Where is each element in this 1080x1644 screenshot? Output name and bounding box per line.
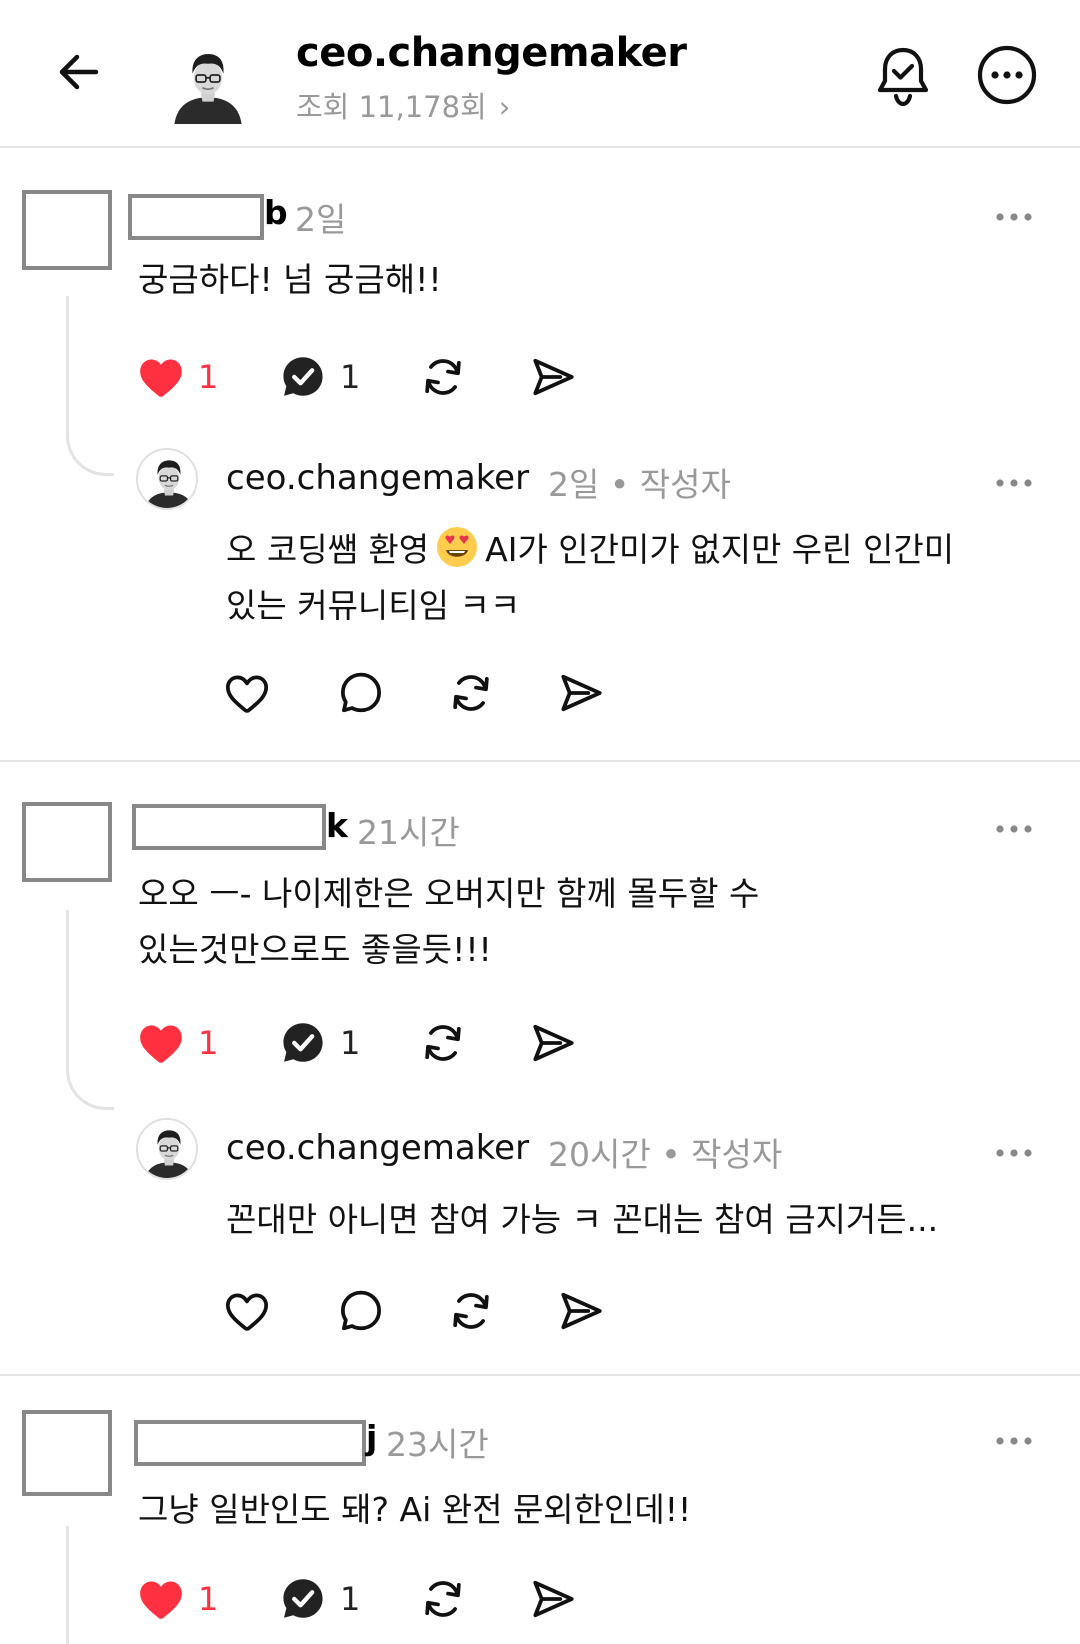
like-button[interactable] [222,1286,272,1336]
comment-text: 오오 ㅡ- 나이제한은 오버지만 함께 몰두할 수 [138,874,760,913]
like-count: 1 [198,1580,219,1618]
heart-filled-icon [136,1574,186,1624]
reply-count: 1 [340,1580,361,1618]
comment-time: 21시간 [357,813,460,852]
share-icon [528,352,578,402]
share-icon [556,1286,606,1336]
redacted-avatar [22,190,112,270]
reply-count: 1 [340,358,361,396]
reply-meta: 20시간 • 작성자 [548,1135,783,1174]
share-button[interactable] [528,1574,578,1624]
reply-button[interactable] [336,668,386,718]
comment-more-icon[interactable] [994,1432,1034,1444]
repost-icon [418,352,468,402]
heart-outline-icon [222,668,272,718]
reply-more-icon[interactable] [994,474,1034,486]
repost-icon [446,1286,496,1336]
heart-outline-icon [222,1286,272,1336]
like-button[interactable]: 1 [136,352,218,402]
page-title[interactable]: ceo.changemaker [296,30,687,76]
username-suffix[interactable]: b [264,193,288,232]
view-count: 조회 11,178회 [296,90,487,124]
reply-check-icon [278,352,328,402]
reply-text-line: 오 코딩쌤 환영 AI가 인간미가 없지만 우린 인간미 [226,522,954,578]
comment-thread: k 21시간 오오 ㅡ- 나이제한은 오버지만 함께 몰두할 수 있는것만으로도… [0,762,1080,1374]
repost-button[interactable] [446,1286,496,1336]
reply-count: 1 [340,1024,361,1062]
repost-icon [446,668,496,718]
heart-filled-icon [136,1018,186,1068]
comment-more-icon[interactable] [994,208,1034,220]
reply-text-line: 꼰대만 아니면 참여 가능 ㅋ 꼰대는 참여 금지거든... [226,1200,939,1239]
share-icon [556,668,606,718]
top-bar: ceo.changemaker 조회 11,178회 › [0,0,1080,148]
like-button[interactable]: 1 [136,1018,218,1068]
comment-text: 있는것만으로도 좋을듯!!! [138,930,492,969]
reply-check-icon [278,1018,328,1068]
redacted-avatar [22,802,112,882]
comment-thread: j 23시간 그냥 일반인도 돼? Ai 완전 문외한인데!! 1 1 [0,1376,1080,1644]
repost-button[interactable] [418,1574,468,1624]
thread-connector [66,910,114,1110]
comment-text: 그냥 일반인도 돼? Ai 완전 문외한인데!! [138,1490,692,1529]
share-icon [528,1018,578,1068]
reply-more-icon[interactable] [994,1144,1034,1156]
comment-time: 23시간 [386,1425,489,1464]
like-button[interactable]: 1 [136,1574,218,1624]
reply-button[interactable] [336,1286,386,1336]
share-button[interactable] [528,1018,578,1068]
redacted-avatar [22,1410,112,1496]
share-button[interactable] [556,1286,606,1336]
reply-meta: 2일 • 작성자 [548,465,731,504]
profile-avatar[interactable] [170,40,246,124]
repost-button[interactable] [446,668,496,718]
like-count: 1 [198,1024,219,1062]
repost-icon [418,1574,468,1624]
share-icon [528,1574,578,1624]
heart-filled-icon [136,352,186,402]
like-count: 1 [198,358,219,396]
comment-thread: b 2일 궁금하다! 넘 궁금해!! 1 1 ceo.changemaker 2… [0,148,1080,760]
author-avatar[interactable] [136,448,198,510]
reply-author[interactable]: ceo.changemaker [226,458,529,498]
share-button[interactable] [528,352,578,402]
reply-author[interactable]: ceo.changemaker [226,1128,529,1168]
back-arrow-icon[interactable] [50,42,110,102]
thread-connector [66,296,114,476]
notification-bell-check-icon[interactable] [872,44,934,110]
heart-eyes-emoji-icon [435,525,479,569]
more-options-icon[interactable] [976,44,1038,106]
comment-icon [336,1286,386,1336]
like-button[interactable] [222,668,272,718]
reply-check-icon [278,1574,328,1624]
username-suffix[interactable]: k [326,806,348,845]
repost-button[interactable] [418,352,468,402]
username-suffix[interactable]: j [366,1418,377,1457]
reply-button[interactable]: 1 [278,352,360,402]
reply-button[interactable]: 1 [278,1018,360,1068]
share-button[interactable] [556,668,606,718]
comment-time: 2일 [295,200,347,239]
thread-connector [66,1526,114,1644]
comment-more-icon[interactable] [994,820,1034,832]
redacted-username [132,804,326,850]
view-count-link[interactable]: 조회 11,178회 › [296,84,510,126]
chevron-right-icon: › [498,90,511,124]
redacted-username [128,194,264,240]
repost-icon [418,1018,468,1068]
reply-button[interactable]: 1 [278,1574,360,1624]
comment-icon [336,668,386,718]
redacted-username [134,1420,366,1466]
repost-button[interactable] [418,1018,468,1068]
reply-text-line: 있는 커뮤니티임 ㅋㅋ [226,586,521,625]
author-avatar[interactable] [136,1118,198,1180]
comment-text: 궁금하다! 넘 궁금해!! [138,260,442,299]
